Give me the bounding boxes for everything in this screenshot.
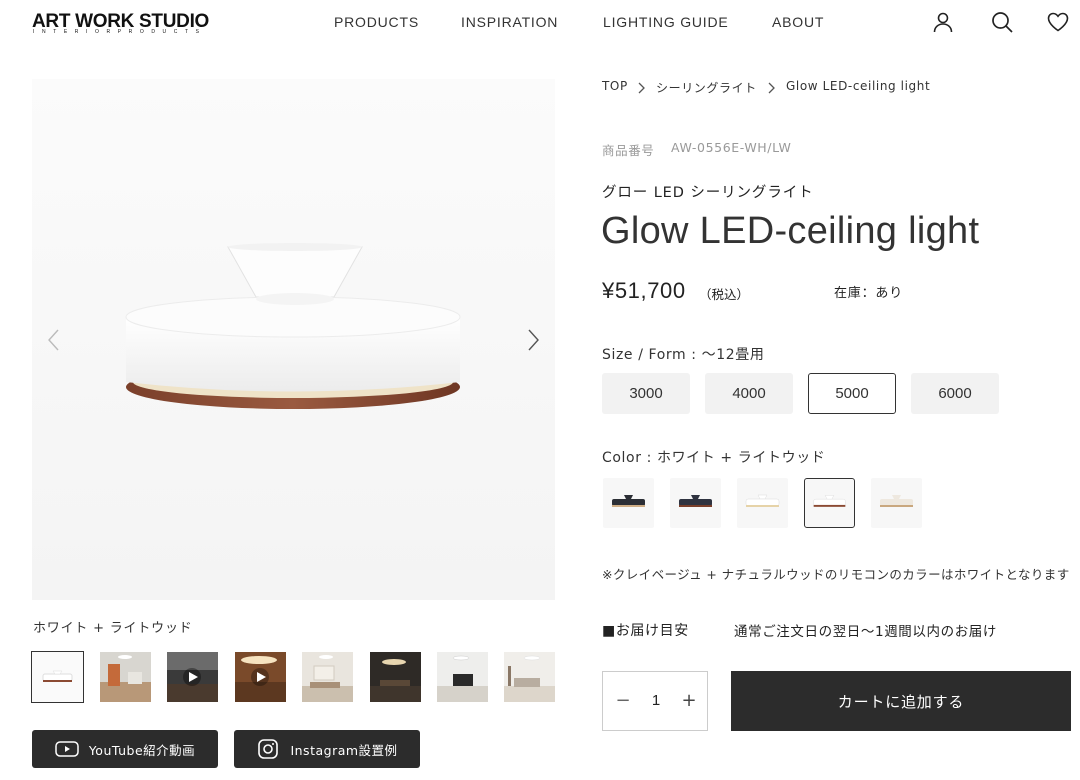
instagram-button-label: Instagram設置例 [290, 742, 398, 758]
color-swatch-black-1[interactable] [603, 478, 654, 528]
decrease-quantity-button[interactable]: − [613, 691, 633, 711]
sku-value: AW-0556E-WH/LW [671, 140, 792, 155]
delivery-estimate: 通常ご注文日の翌日〜1週間以内のお届け [734, 624, 997, 640]
breadcrumb-current: Glow LED-ceiling light [786, 79, 931, 93]
instagram-icon [258, 739, 279, 759]
color-swatch-white-1[interactable] [737, 478, 788, 528]
stock-status: 在庫：あり [834, 286, 904, 301]
quantity-value[interactable]: 1 [646, 690, 666, 712]
nav-about[interactable]: ABOUT [772, 14, 824, 30]
next-image-arrow[interactable] [523, 328, 543, 352]
breadcrumb-top[interactable]: TOP [602, 79, 628, 93]
product-price: ¥51,700 [602, 278, 686, 303]
size-option-6000[interactable]: 6000 [911, 373, 999, 414]
remote-color-note: ※クレイベージュ + ナチュラルウッドのリモコンのカラーはホワイトとなります [602, 567, 1070, 582]
thumbnail-8[interactable] [504, 652, 555, 702]
size-option-4000[interactable]: 4000 [705, 373, 793, 414]
color-swatch-black-2[interactable] [670, 478, 721, 528]
image-caption: ホワイト + ライトウッド [33, 621, 193, 636]
chevron-right-icon [636, 80, 646, 94]
thumbnail-6[interactable] [370, 652, 421, 702]
color-label: Color : ホワイト + ライトウッド [602, 450, 826, 466]
size-option-5000[interactable]: 5000 [808, 373, 896, 414]
tax-note: （税込） [699, 287, 750, 302]
nav-inspiration[interactable]: INSPIRATION [461, 14, 558, 30]
color-swatch-white-lightwood[interactable] [804, 478, 855, 528]
thumbnail-1[interactable] [31, 651, 84, 703]
chevron-right-icon [766, 80, 776, 94]
nav-lighting-guide[interactable]: LIGHTING GUIDE [603, 14, 729, 30]
logo-tagline: INTERIORPRODUCTS [33, 29, 207, 35]
search-icon[interactable] [990, 10, 1014, 34]
size-label: Size / Form : 〜12畳用 [602, 347, 765, 363]
youtube-video-button[interactable]: YouTube紹介動画 [32, 730, 218, 768]
main-product-image[interactable] [32, 79, 555, 600]
thumbnail-5[interactable] [302, 652, 353, 702]
prev-image-arrow[interactable] [44, 328, 64, 352]
youtube-icon [55, 741, 79, 757]
site-header: ART WORK STUDIO INTERIORPRODUCTS PRODUCT… [0, 0, 1080, 46]
thumbnail-2[interactable] [100, 652, 151, 702]
ceiling-light-illustration [125, 243, 461, 409]
heart-icon[interactable] [1046, 10, 1070, 34]
color-swatch-claybeige[interactable] [871, 478, 922, 528]
thumbnail-7[interactable] [437, 652, 488, 702]
add-to-cart-button[interactable]: カートに追加する [731, 671, 1071, 731]
sku-label: 商品番号 [602, 143, 655, 158]
instagram-button[interactable]: Instagram設置例 [234, 730, 420, 768]
breadcrumb-category[interactable]: シーリングライト [656, 79, 757, 96]
quantity-stepper: − 1 + [602, 671, 708, 731]
site-logo[interactable]: ART WORK STUDIO INTERIORPRODUCTS [32, 11, 262, 37]
user-icon[interactable] [931, 10, 955, 34]
increase-quantity-button[interactable]: + [679, 691, 699, 711]
thumbnail-4-video[interactable] [235, 652, 286, 702]
youtube-button-label: YouTube紹介動画 [88, 742, 196, 758]
delivery-label: ■お届け目安 [602, 623, 689, 639]
product-title: Glow LED-ceiling light [601, 210, 980, 252]
thumbnail-3-video[interactable] [167, 652, 218, 702]
product-name-ja: グロー LED シーリングライト [602, 185, 814, 201]
size-option-3000[interactable]: 3000 [602, 373, 690, 414]
nav-products[interactable]: PRODUCTS [334, 14, 419, 30]
